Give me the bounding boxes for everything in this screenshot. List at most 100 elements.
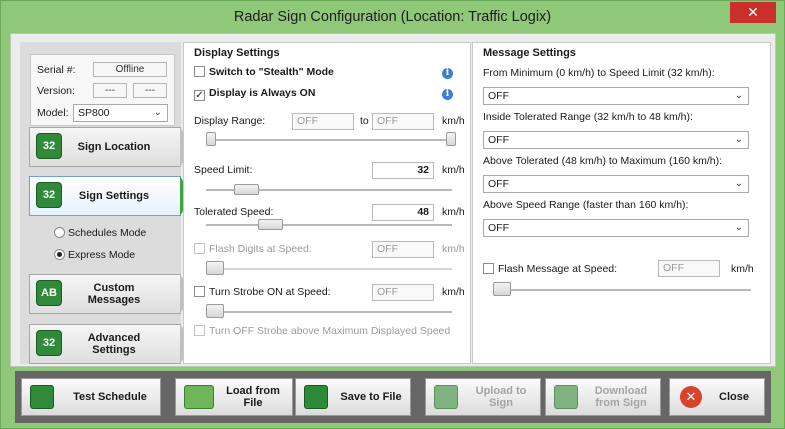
range-to-input[interactable]: OFF [372,113,434,130]
range-slider-thumb-max[interactable] [446,132,456,146]
serial-field: Offline [93,62,167,77]
nav-label: Sign Location [77,141,151,153]
flash-digits-input[interactable]: OFF [372,241,434,258]
version-field-b: --- [133,83,167,98]
close-icon: ✕ [680,386,702,408]
nav-sign-settings[interactable]: 32 Sign Settings [29,176,192,216]
custom-messages-icon: AB [36,280,62,306]
info-icon[interactable]: i [442,89,453,100]
title-bar: Radar Sign Configuration (Location: Traf… [1,1,784,33]
flash-digits-checkbox[interactable]: Flash Digits at Speed: [194,243,312,255]
chevron-down-icon: ⌄ [734,90,743,101]
folder-icon [184,385,214,409]
checkbox-label: Flash Message at Speed: [498,263,618,275]
flash-message-input[interactable]: OFF [658,260,720,277]
model-label: Model: [37,107,69,119]
select-value: OFF [488,178,509,190]
range-slider-track[interactable] [206,139,452,141]
range-to-label: to [360,115,369,127]
strobe-slider-thumb[interactable] [206,304,224,318]
button-label: Download from Sign [594,385,648,409]
checkbox-box [194,66,205,77]
nav-advanced-settings[interactable]: 32 Advanced Settings [29,324,192,364]
nav-label: Sign Settings [78,190,150,202]
tolerated-speed-label: Tolerated Speed: [194,206,274,218]
always-on-checkbox[interactable]: ✓ Display is Always ON [194,87,315,101]
unit-label: km/h [731,263,754,275]
checkbox-box-checked: ✓ [194,90,205,101]
window-close-button[interactable]: ✕ [730,2,776,23]
upload-to-sign-button[interactable]: Upload to Sign [425,378,541,416]
checkbox-label: Display is Always ON [209,87,316,99]
chevron-down-icon: ⌄ [734,222,743,233]
sign-settings-icon: 32 [36,182,62,208]
upload-icon [434,385,458,409]
message-select-above-range[interactable]: OFF ⌄ [483,219,749,237]
download-from-sign-button[interactable]: Download from Sign [545,378,661,416]
checkbox-box [483,263,494,274]
button-label: Upload to Sign [475,385,527,409]
client-area: Serial #: Offline Version: --- --- Model… [10,33,776,367]
radio-express-mode[interactable]: Express Mode [54,249,135,261]
range-from-input[interactable]: OFF [292,113,354,130]
unit-label: km/h [442,164,465,176]
version-label: Version: [37,85,75,97]
stealth-mode-checkbox[interactable]: Switch to "Stealth" Mode [194,66,334,78]
radio-schedules-mode[interactable]: Schedules Mode [54,227,146,239]
checkbox-label: Flash Digits at Speed: [209,243,312,255]
nav-label: Custom Messages [87,282,141,306]
strobe-speed-input[interactable]: OFF [372,284,434,301]
checkbox-label: Turn Strobe ON at Speed: [209,286,331,298]
message-select-above-tolerated[interactable]: OFF ⌄ [483,175,749,193]
load-from-file-button[interactable]: Load from File [175,378,293,416]
range-slider-thumb-min[interactable] [206,132,216,146]
chevron-down-icon: ⌄ [153,107,162,118]
test-schedule-icon [30,385,54,409]
message-select-min-limit[interactable]: OFF ⌄ [483,87,749,105]
checkbox-box [194,243,205,254]
nav-label: Advanced Settings [87,332,141,356]
tolerated-slider-thumb[interactable] [258,219,283,230]
button-label: Save to File [340,391,402,403]
unit-label: km/h [442,115,465,127]
flash-message-slider-thumb[interactable] [493,282,511,296]
sidebar: Serial #: Offline Version: --- --- Model… [20,42,192,364]
nav-sign-location[interactable]: 32 Sign Location [29,127,192,167]
strobe-off-checkbox[interactable]: Turn OFF Strobe above Maximum Displayed … [194,325,450,337]
strobe-slider-track[interactable] [206,311,452,313]
range-label-above-range: Above Speed Range (faster than 160 km/h)… [483,199,689,211]
radio-dot-selected [54,249,65,260]
button-label: Load from File [226,385,280,409]
flash-slider-thumb[interactable] [206,261,224,275]
save-to-file-button[interactable]: Save to File [295,378,411,416]
strobe-on-checkbox[interactable]: Turn Strobe ON at Speed: [194,286,331,298]
tolerated-slider-track[interactable] [206,224,452,226]
radio-label: Express Mode [68,249,136,261]
range-label-tolerated: Inside Tolerated Range (32 km/h to 48 km… [483,111,693,123]
download-icon [554,385,578,409]
button-label: Test Schedule [73,391,147,403]
flash-message-slider-track[interactable] [493,289,751,291]
speed-limit-input[interactable]: 32 [372,162,434,179]
speed-limit-label: Speed Limit: [194,164,253,176]
tolerated-speed-input[interactable]: 48 [372,204,434,221]
unit-label: km/h [442,243,465,255]
advanced-settings-icon: 32 [36,330,62,356]
model-value: SP800 [78,107,110,119]
unit-label: km/h [442,286,465,298]
button-label: Close [719,391,749,403]
model-select[interactable]: SP800 ⌄ [73,104,168,122]
flash-message-checkbox[interactable]: Flash Message at Speed: [483,263,617,275]
display-settings-panel: Display Settings Switch to "Stealth" Mod… [183,42,471,364]
message-settings-panel: Message Settings From Minimum (0 km/h) t… [472,42,771,364]
nav-custom-messages[interactable]: AB Custom Messages [29,274,192,314]
close-button[interactable]: ✕ Close [669,378,765,416]
message-select-tolerated[interactable]: OFF ⌄ [483,131,749,149]
speed-limit-slider-thumb[interactable] [234,184,259,195]
display-settings-title: Display Settings [194,47,280,59]
flash-slider-track[interactable] [206,268,452,270]
range-label-above-tolerated: Above Tolerated (48 km/h) to Maximum (16… [483,155,723,167]
test-schedule-button[interactable]: Test Schedule [21,378,161,416]
checkbox-box [194,325,205,336]
info-icon[interactable]: i [442,68,453,79]
